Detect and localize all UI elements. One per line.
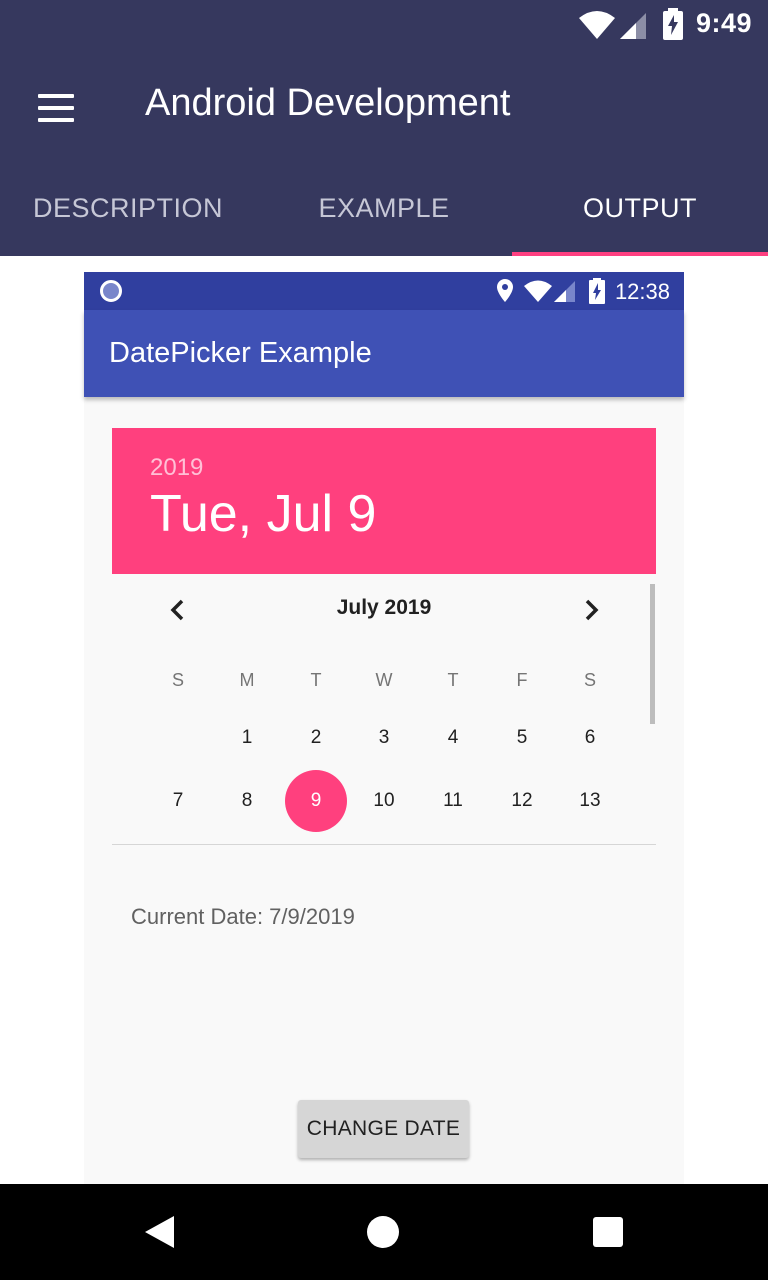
back-icon[interactable] [140, 1214, 180, 1250]
inner-status-time: 12:38 [614, 279, 670, 304]
date-picker-header: 2019 Tue, Jul 9 [112, 428, 656, 574]
calendar-day[interactable]: 13 [558, 770, 622, 832]
output-screenshot: 12:38 DatePicker Example 2019 Tue, Jul 9… [84, 272, 684, 1184]
app-bar: Android Development [0, 52, 768, 164]
home-icon[interactable] [366, 1215, 400, 1249]
tab-output[interactable]: OUTPUT [512, 164, 768, 256]
calendar-day[interactable]: 1 [215, 707, 279, 769]
navigation-bar [0, 1184, 768, 1280]
calendar-day[interactable]: 11 [421, 770, 485, 832]
inner-app-bar: DatePicker Example [84, 310, 684, 397]
chevron-right-icon[interactable] [571, 592, 611, 628]
wifi-icon [524, 280, 552, 302]
tab-description[interactable]: DESCRIPTION [0, 164, 256, 256]
calendar-day[interactable]: 5 [490, 707, 554, 769]
hamburger-menu-icon[interactable] [30, 82, 82, 134]
tab-example[interactable]: EXAMPLE [256, 164, 512, 256]
weekday-label: M [239, 670, 255, 690]
calendar-scrollbar[interactable] [650, 584, 655, 724]
divider [112, 844, 656, 845]
location-icon [497, 279, 513, 302]
tab-bar: DESCRIPTION EXAMPLE OUTPUT [0, 164, 768, 256]
calendar-day[interactable]: 12 [490, 770, 554, 832]
weekday-label: T [310, 670, 322, 690]
calendar-day[interactable]: 3 [352, 707, 416, 769]
battery-charging-icon [663, 8, 683, 40]
signal-icon [554, 281, 575, 302]
battery-charging-icon [589, 278, 605, 304]
calendar-day[interactable]: 7 [146, 770, 210, 832]
weekday-label: S [171, 670, 184, 690]
calendar-view: July 2019 S M T W T F S 1 2 3 4 5 6 7 8 … [112, 574, 656, 844]
calendar-day[interactable]: 4 [421, 707, 485, 769]
calendar-day[interactable]: 8 [215, 770, 279, 832]
weekday-label: F [516, 670, 528, 690]
calendar-day[interactable]: 6 [558, 707, 622, 769]
calendar-day[interactable]: 2 [284, 707, 348, 769]
recents-icon[interactable] [592, 1216, 624, 1248]
status-time: 9:49 [695, 8, 752, 38]
app-title: Android Development [145, 82, 511, 124]
notification-dot-icon [100, 280, 122, 302]
wifi-icon [579, 11, 615, 39]
date-picker-year[interactable]: 2019 [150, 454, 203, 482]
date-picker-selected-date[interactable]: Tue, Jul 9 [150, 484, 376, 544]
status-bar: 9:49 [0, 0, 768, 52]
calendar-day-selected[interactable]: 9 [284, 770, 348, 832]
weekday-label: W [375, 670, 393, 690]
current-date-text: Current Date: 7/9/2019 [131, 904, 355, 929]
signal-icon [620, 13, 646, 39]
weekday-label: S [583, 670, 596, 690]
calendar-day[interactable]: 10 [352, 770, 416, 832]
weekday-label: T [447, 670, 459, 690]
change-date-button[interactable]: CHANGE DATE [298, 1100, 469, 1158]
inner-status-bar: 12:38 [84, 272, 684, 310]
inner-app-title: DatePicker Example [109, 337, 372, 369]
